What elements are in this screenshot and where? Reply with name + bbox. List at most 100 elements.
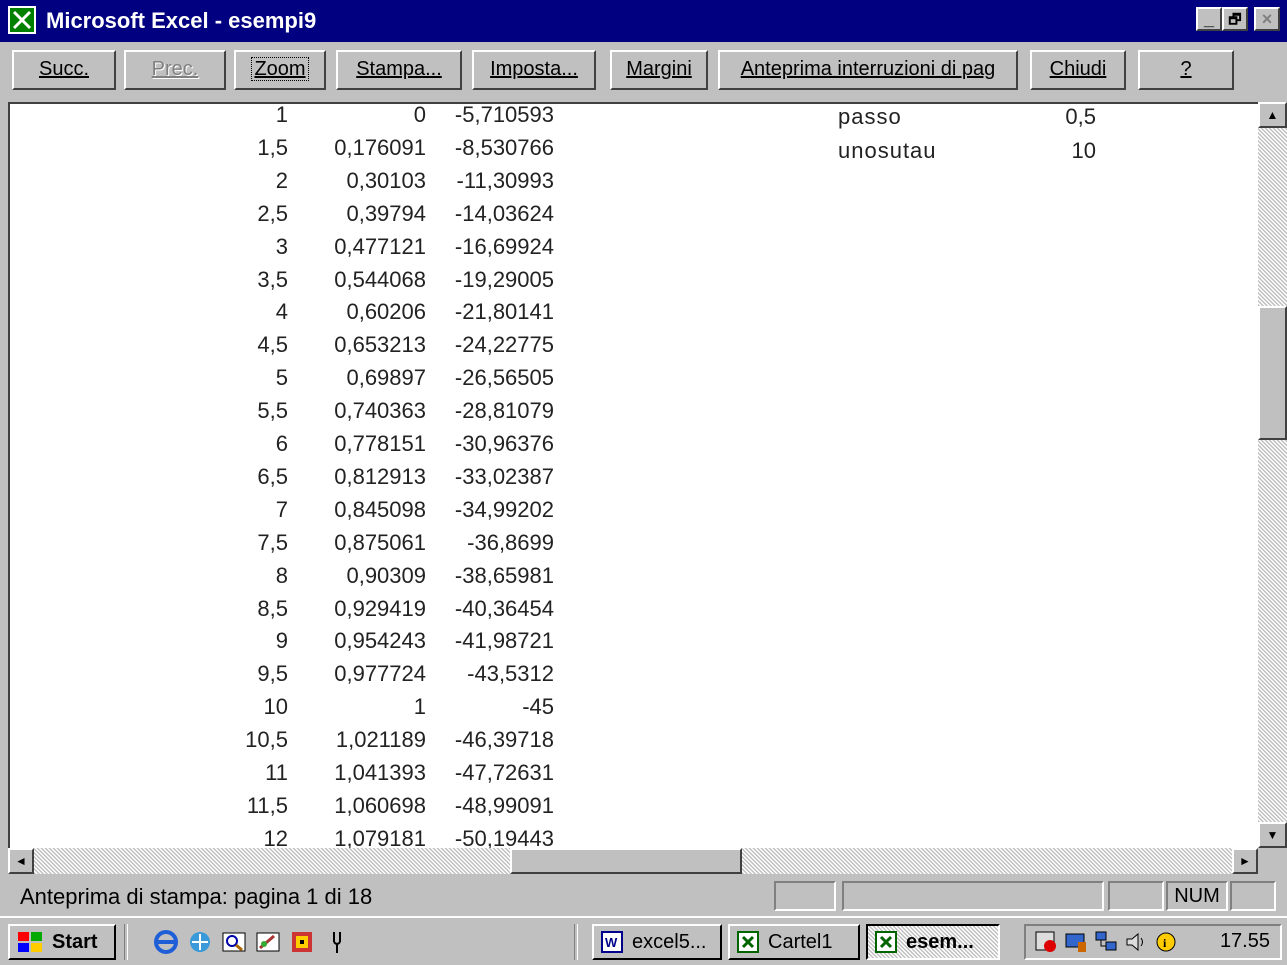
param-label-unosutau: unosutau: [838, 138, 937, 163]
task-label: Cartel1: [768, 931, 833, 953]
media-icon[interactable]: [288, 928, 316, 956]
table-cell: -5,710593: [454, 102, 554, 127]
minimize-button[interactable]: _: [1196, 7, 1222, 31]
task-esempi9[interactable]: esem...: [866, 924, 1000, 960]
table-cell: -33,02387: [454, 464, 554, 489]
table-cell: -26,56505: [454, 365, 554, 390]
find-icon[interactable]: [220, 928, 248, 956]
table-cell: 1: [413, 694, 426, 719]
word-document-icon: W: [601, 931, 623, 953]
status-panel: [774, 881, 836, 911]
paint-icon[interactable]: [254, 928, 282, 956]
table-cell: 7: [275, 497, 288, 522]
vertical-scroll-thumb[interactable]: [1258, 306, 1287, 440]
internet-explorer-icon[interactable]: [152, 928, 180, 956]
channels-icon[interactable]: [186, 928, 214, 956]
table-cell: -45: [522, 694, 554, 719]
task-cartel1[interactable]: Cartel1: [728, 924, 860, 960]
print-button[interactable]: Stampa...: [336, 50, 462, 90]
table-cell: 0,812913: [334, 464, 426, 489]
zoom-button[interactable]: Zoom: [234, 50, 326, 90]
taskbar-divider: [574, 924, 578, 960]
table-cell: -47,72631: [454, 760, 554, 785]
table-cell: 0,39794: [346, 201, 426, 226]
task-label: excel5...: [632, 931, 707, 953]
volume-icon[interactable]: [1124, 930, 1148, 954]
table-cell: 4: [275, 299, 288, 324]
table-cell: 6: [275, 431, 288, 456]
status-panel: [1230, 881, 1276, 911]
status-bar: Anteprima di stampa: pagina 1 di 18 NUM: [0, 876, 1287, 916]
table-cell: 0,977724: [334, 661, 426, 686]
table-cell: 3: [275, 234, 288, 259]
start-button[interactable]: Start: [8, 924, 116, 960]
clock: 17.55: [1219, 930, 1270, 952]
scheduler-icon[interactable]: [1034, 930, 1058, 954]
close-window-button[interactable]: ×: [1254, 7, 1280, 31]
status-panel: [842, 881, 1104, 911]
table-cell: 11: [265, 760, 288, 785]
scroll-right-arrow-icon[interactable]: ►: [1232, 848, 1258, 874]
table-cell: 0,653213: [334, 332, 426, 357]
table-cell: -43,5312: [467, 661, 554, 686]
table-cell: 0,30103: [346, 168, 426, 193]
table-cell: -8,530766: [454, 135, 554, 160]
scroll-up-arrow-icon[interactable]: ▲: [1258, 102, 1287, 128]
table-cell: 2,5: [257, 201, 288, 226]
help-button[interactable]: ?: [1138, 50, 1234, 90]
table-cell: 0,740363: [334, 398, 426, 423]
horizontal-scrollbar[interactable]: ◄ ►: [8, 848, 1258, 874]
table-cell: 0,69897: [346, 365, 426, 390]
previous-page-button[interactable]: Prec.: [124, 50, 226, 90]
table-cell: 1,021189: [335, 727, 426, 752]
horizontal-scroll-thumb[interactable]: [510, 848, 742, 874]
task-excel5[interactable]: W excel5...: [592, 924, 722, 960]
table-cell: 0,778151: [334, 431, 426, 456]
table-cell: 8,5: [257, 596, 288, 621]
table-cell: -46,39718: [454, 727, 554, 752]
restore-button[interactable]: 🗗: [1222, 7, 1248, 31]
scroll-left-arrow-icon[interactable]: ◄: [8, 848, 34, 874]
table-cell: -48,99091: [454, 793, 554, 818]
table-cell: 1,079181: [334, 826, 426, 848]
table-cell: 12: [263, 826, 288, 848]
table-cell: -30,96376: [454, 431, 554, 456]
table-cell: 0,875061: [334, 530, 426, 555]
status-text: Anteprima di stampa: pagina 1 di 18: [20, 884, 373, 909]
table-cell: 1,5: [257, 135, 288, 160]
table-cell: 9: [275, 628, 288, 653]
margins-button[interactable]: Margini: [610, 50, 708, 90]
table-cell: -11,30993: [456, 168, 554, 193]
setup-button[interactable]: Imposta...: [472, 50, 596, 90]
network-icon[interactable]: [1094, 930, 1118, 954]
param-label-passo: passo: [838, 104, 902, 129]
table-cell: 9,5: [257, 661, 288, 686]
vertical-scrollbar[interactable]: ▲ ▼: [1258, 102, 1287, 848]
taskbar: Start W excel5... Cartel1 esem... i 17.5…: [0, 916, 1287, 965]
svg-text:W: W: [605, 935, 618, 950]
close-preview-button[interactable]: Chiudi: [1030, 50, 1126, 90]
table-cell: -38,65981: [454, 563, 554, 588]
scroll-down-arrow-icon[interactable]: ▼: [1258, 822, 1287, 848]
task-label: esem...: [906, 931, 974, 953]
excel-icon[interactable]: [8, 6, 36, 34]
table-cell: 10: [263, 694, 288, 719]
table-cell: 10,5: [245, 727, 288, 752]
page-break-preview-button[interactable]: Anteprima interruzioni di pag: [718, 50, 1018, 90]
table-cell: -28,81079: [454, 398, 554, 423]
table-cell: 2: [275, 168, 288, 193]
table-cell: -41,98721: [454, 628, 554, 653]
start-label: Start: [52, 931, 98, 953]
table-cell: -50,19443: [454, 826, 554, 848]
table-cell: -14,03624: [454, 201, 554, 226]
monitor-icon[interactable]: [1064, 930, 1088, 954]
table-cell: 6,5: [257, 464, 288, 489]
table-cell: 0,60206: [346, 299, 426, 324]
print-preview-page[interactable]: passo 0,5 unosutau 10 1 0 -5,710593 1,5 0,17…: [8, 102, 1258, 848]
next-page-button[interactable]: Succ.: [12, 50, 116, 90]
info-icon[interactable]: i: [1154, 930, 1178, 954]
tuning-fork-icon[interactable]: [322, 928, 350, 956]
table-cell: -24,22775: [454, 332, 554, 357]
excel-workbook-icon: [875, 931, 897, 953]
param-value-passo: 0,5: [1065, 104, 1096, 129]
